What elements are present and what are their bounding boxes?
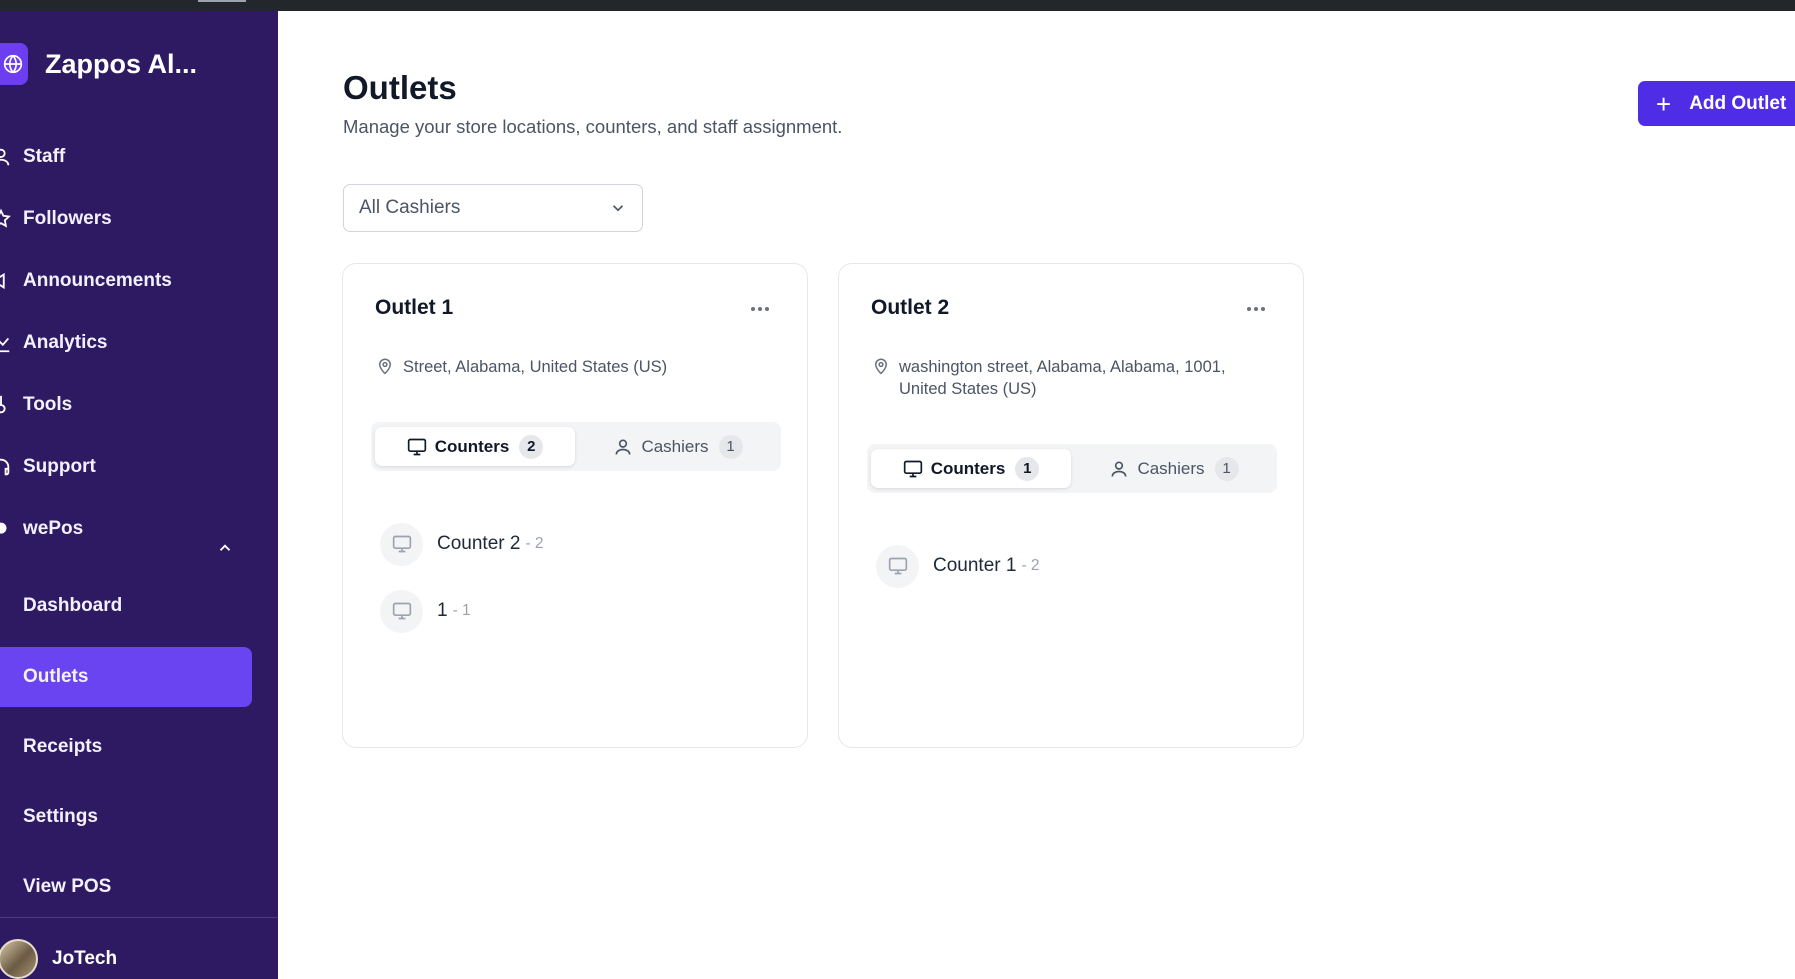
sidebar-item-announcements[interactable]: Announcements — [0, 259, 260, 303]
star-user-icon — [0, 208, 12, 230]
sidebar-item-staff[interactable]: Staff — [0, 135, 260, 179]
chevron-down-icon — [612, 205, 624, 212]
sidebar-item-label: Receipts — [23, 736, 103, 757]
more-options-icon[interactable] — [1247, 307, 1265, 311]
sidebar-item-label: Staff — [23, 146, 66, 167]
count-badge: 1 — [718, 434, 743, 459]
chart-icon — [0, 332, 12, 354]
cashier-filter-value: All Cashiers — [359, 197, 461, 218]
counter-list-item[interactable]: 1 - 1 — [380, 589, 471, 633]
sidebar-item-label: Settings — [23, 806, 98, 827]
sidebar-item-label: Outlets — [23, 666, 89, 687]
tab-label: Cashiers — [641, 436, 709, 456]
sidebar-item-label: Support — [23, 456, 96, 477]
avatar — [0, 939, 38, 979]
user-profile[interactable]: JoTech — [0, 939, 117, 979]
browser-tab-indicator — [198, 0, 246, 2]
sidebar-item-label: Analytics — [23, 332, 108, 353]
outlet-address: washington street, Alabama, Alabama, 100… — [872, 356, 1244, 400]
page-subtitle: Manage your store locations, counters, a… — [343, 116, 843, 137]
sidebar-item-label: Announcements — [23, 270, 172, 291]
brand-name: Zappos Al... — [45, 48, 198, 79]
browser-top-bar — [0, 0, 1795, 11]
sidebar-item-analytics[interactable]: Analytics — [0, 321, 260, 365]
counter-list-item[interactable]: Counter 1 - 2 — [876, 544, 1040, 588]
counter-list-item[interactable]: Counter 2 - 2 — [380, 522, 544, 566]
tab-counters[interactable]: Counters 2 — [375, 427, 575, 466]
add-outlet-label: Add Outlet — [1689, 92, 1787, 114]
sidebar-item-label: Dashboard — [23, 595, 123, 616]
main-content: Outlets Manage your store locations, cou… — [278, 11, 1795, 979]
sidebar-item-tools[interactable]: Tools — [0, 383, 260, 427]
counter-name: Counter 1 — [933, 555, 1017, 576]
users-icon — [0, 146, 12, 168]
count-badge: 2 — [519, 434, 544, 459]
counter-number: - 2 — [525, 535, 544, 552]
monitor-icon — [876, 544, 919, 588]
tab-cashiers[interactable]: Cashiers 1 — [579, 427, 777, 466]
sidebar-item-label: wePos — [23, 518, 84, 539]
outlet-card: Outlet 1 Street, Alabama, United States … — [342, 263, 808, 748]
sidebar-item-support[interactable]: Support — [0, 445, 260, 489]
counter-number: - 2 — [1021, 557, 1040, 574]
tab-cashiers[interactable]: Cashiers 1 — [1075, 449, 1273, 488]
sidebar-item-outlets[interactable]: Outlets — [0, 647, 252, 707]
sidebar: Zappos Al... Staff Followers Announcemen… — [0, 11, 278, 979]
chevron-up-icon[interactable] — [216, 539, 234, 557]
monitor-icon — [407, 438, 426, 455]
outlet-tabs: Counters 1 Cashiers 1 — [867, 444, 1277, 493]
address-text: washington street, Alabama, Alabama, 100… — [899, 358, 1226, 398]
outlet-card: Outlet 2 washington street, Alabama, Ala… — [838, 263, 1304, 748]
counter-name: Counter 2 — [437, 533, 521, 554]
count-badge: 1 — [1214, 456, 1239, 481]
outlet-name: Outlet 1 — [375, 296, 454, 319]
page-title: Outlets — [343, 69, 457, 106]
sidebar-divider — [0, 917, 278, 918]
user-icon — [1111, 461, 1127, 477]
tools-icon — [0, 394, 12, 416]
outlet-address: Street, Alabama, United States (US) — [376, 356, 748, 378]
counter-number: - 1 — [452, 602, 471, 619]
monitor-icon — [380, 589, 423, 633]
user-name: JoTech — [52, 948, 118, 969]
sidebar-item-receipts[interactable]: Receipts — [0, 717, 252, 777]
location-pin-icon — [378, 358, 392, 375]
cashier-filter-select[interactable]: All Cashiers — [343, 184, 643, 232]
outlet-name: Outlet 2 — [871, 296, 950, 319]
add-outlet-button[interactable]: + Add Outlet — [1638, 81, 1795, 126]
dot-icon — [0, 518, 12, 540]
tab-label: Counters — [434, 436, 510, 456]
brand[interactable]: Zappos Al... — [0, 42, 197, 86]
user-icon — [615, 439, 631, 455]
plus-icon: + — [1656, 88, 1672, 119]
sidebar-item-label: View POS — [23, 876, 112, 897]
sidebar-item-dashboard[interactable]: Dashboard — [0, 576, 252, 636]
address-text: Street, Alabama, United States (US) — [403, 358, 668, 376]
megaphone-icon — [0, 270, 12, 292]
outlet-tabs: Counters 2 Cashiers 1 — [371, 422, 781, 471]
counter-name: 1 — [437, 600, 448, 621]
tab-label: Counters — [930, 458, 1006, 478]
tab-counters[interactable]: Counters 1 — [871, 449, 1071, 488]
tab-label: Cashiers — [1137, 458, 1205, 478]
more-options-icon[interactable] — [751, 307, 769, 311]
count-badge: 1 — [1015, 456, 1040, 481]
location-pin-icon — [874, 358, 888, 375]
monitor-icon — [380, 522, 423, 566]
sidebar-item-view-pos[interactable]: View POS — [0, 857, 252, 917]
sidebar-item-settings[interactable]: Settings — [0, 787, 252, 847]
sidebar-item-followers[interactable]: Followers — [0, 197, 260, 241]
globe-icon — [0, 43, 28, 85]
headset-icon — [0, 456, 12, 478]
monitor-icon — [903, 460, 922, 477]
sidebar-item-label: Tools — [23, 394, 73, 415]
sidebar-item-label: Followers — [23, 208, 112, 229]
